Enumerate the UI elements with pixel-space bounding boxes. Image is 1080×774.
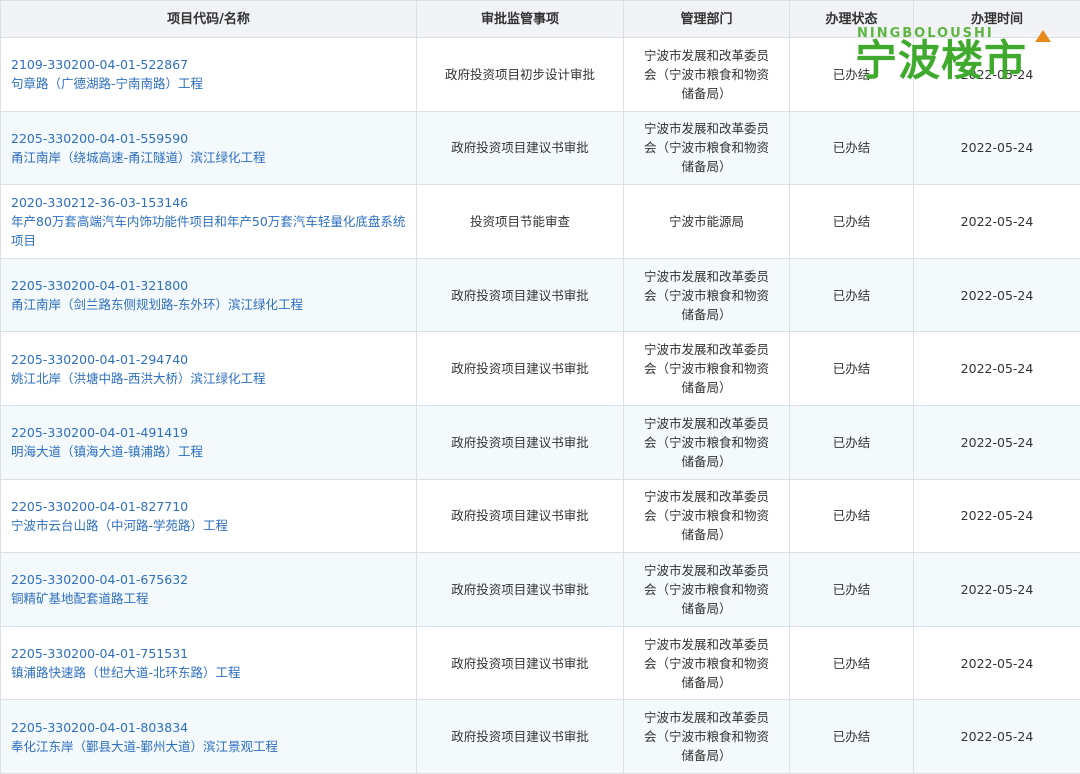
- process-time: 2022-05-24: [914, 553, 1080, 627]
- project-cell: 2205-330200-04-01-294740 姚江北岸（洪塘中路-西洪大桥）…: [1, 332, 417, 406]
- status-text: 已办结: [790, 626, 914, 700]
- table-row: 2205-330200-04-01-321800 甬江南岸（剑兰路东侧规划路-东…: [1, 258, 1080, 332]
- status-text: 已办结: [790, 700, 914, 774]
- table-header-row: 项目代码/名称 审批监管事项 管理部门 办理状态 办理时间: [1, 1, 1080, 38]
- department: 宁波市发展和改革委员会（宁波市粮食和物资储备局）: [624, 700, 790, 774]
- project-cell: 2205-330200-04-01-321800 甬江南岸（剑兰路东侧规划路-东…: [1, 258, 417, 332]
- project-code-link[interactable]: 2205-330200-04-01-827710: [11, 497, 407, 516]
- project-name-link[interactable]: 甬江南岸（绕城高速-甬江隧道）滨江绿化工程: [11, 148, 407, 167]
- process-time: 2022-05-24: [914, 258, 1080, 332]
- department: 宁波市发展和改革委员会（宁波市粮食和物资储备局）: [624, 626, 790, 700]
- approval-item: 政府投资项目建议书审批: [417, 405, 624, 479]
- approval-item: 政府投资项目建议书审批: [417, 111, 624, 185]
- project-name-link[interactable]: 宁波市云台山路（中河路-学苑路）工程: [11, 516, 407, 535]
- approval-item: 政府投资项目建议书审批: [417, 258, 624, 332]
- approval-item: 政府投资项目建议书审批: [417, 626, 624, 700]
- project-name-link[interactable]: 明海大道（镇海大道-镇浦路）工程: [11, 442, 407, 461]
- approval-item: 投资项目节能审查: [417, 185, 624, 259]
- department: 宁波市发展和改革委员会（宁波市粮食和物资储备局）: [624, 111, 790, 185]
- status-text: 已办结: [790, 405, 914, 479]
- process-time: 2022-05-24: [914, 479, 1080, 553]
- column-header-item: 审批监管事项: [417, 1, 624, 38]
- column-header-dept: 管理部门: [624, 1, 790, 38]
- department: 宁波市发展和改革委员会（宁波市粮食和物资储备局）: [624, 38, 790, 112]
- approval-item: 政府投资项目建议书审批: [417, 553, 624, 627]
- approval-item: 政府投资项目初步设计审批: [417, 38, 624, 112]
- department: 宁波市能源局: [624, 185, 790, 259]
- column-header-project: 项目代码/名称: [1, 1, 417, 38]
- table-row: 2205-330200-04-01-675632 铜精矿基地配套道路工程 政府投…: [1, 553, 1080, 627]
- table-row: 2205-330200-04-01-751531 镇浦路快速路（世纪大道-北环东…: [1, 626, 1080, 700]
- status-text: 已办结: [790, 185, 914, 259]
- process-time: 2022-05-24: [914, 38, 1080, 112]
- project-code-link[interactable]: 2020-330212-36-03-153146: [11, 193, 407, 212]
- department: 宁波市发展和改革委员会（宁波市粮食和物资储备局）: [624, 553, 790, 627]
- project-name-link[interactable]: 姚江北岸（洪塘中路-西洪大桥）滨江绿化工程: [11, 369, 407, 388]
- process-time: 2022-05-24: [914, 405, 1080, 479]
- project-name-link[interactable]: 铜精矿基地配套道路工程: [11, 589, 407, 608]
- process-time: 2022-05-24: [914, 185, 1080, 259]
- project-cell: 2205-330200-04-01-751531 镇浦路快速路（世纪大道-北环东…: [1, 626, 417, 700]
- project-name-link[interactable]: 甬江南岸（剑兰路东侧规划路-东外环）滨江绿化工程: [11, 295, 407, 314]
- process-time: 2022-05-24: [914, 111, 1080, 185]
- project-name-link[interactable]: 句章路（广德湖路-宁南南路）工程: [11, 74, 407, 93]
- process-time: 2022-05-24: [914, 700, 1080, 774]
- project-code-link[interactable]: 2205-330200-04-01-803834: [11, 718, 407, 737]
- project-name-link[interactable]: 年产80万套高端汽车内饰功能件项目和年产50万套汽车轻量化底盘系统项目: [11, 212, 407, 250]
- project-cell: 2205-330200-04-01-559590 甬江南岸（绕城高速-甬江隧道）…: [1, 111, 417, 185]
- department: 宁波市发展和改革委员会（宁波市粮食和物资储备局）: [624, 479, 790, 553]
- table-row: 2205-330200-04-01-491419 明海大道（镇海大道-镇浦路）工…: [1, 405, 1080, 479]
- process-time: 2022-05-24: [914, 332, 1080, 406]
- status-text: 已办结: [790, 258, 914, 332]
- department: 宁波市发展和改革委员会（宁波市粮食和物资储备局）: [624, 258, 790, 332]
- table-row: 2205-330200-04-01-803834 奉化江东岸（鄞县大道-鄞州大道…: [1, 700, 1080, 774]
- project-cell: 2020-330212-36-03-153146 年产80万套高端汽车内饰功能件…: [1, 185, 417, 259]
- status-text: 已办结: [790, 553, 914, 627]
- column-header-time: 办理时间: [914, 1, 1080, 38]
- table-row: 2205-330200-04-01-559590 甬江南岸（绕城高速-甬江隧道）…: [1, 111, 1080, 185]
- project-code-link[interactable]: 2109-330200-04-01-522867: [11, 55, 407, 74]
- project-code-link[interactable]: 2205-330200-04-01-294740: [11, 350, 407, 369]
- approval-item: 政府投资项目建议书审批: [417, 700, 624, 774]
- table-row: 2205-330200-04-01-294740 姚江北岸（洪塘中路-西洪大桥）…: [1, 332, 1080, 406]
- process-time: 2022-05-24: [914, 626, 1080, 700]
- project-name-link[interactable]: 镇浦路快速路（世纪大道-北环东路）工程: [11, 663, 407, 682]
- status-text: 已办结: [790, 111, 914, 185]
- status-text: 已办结: [790, 332, 914, 406]
- table-row: 2205-330200-04-01-827710 宁波市云台山路（中河路-学苑路…: [1, 479, 1080, 553]
- approval-table: 项目代码/名称 审批监管事项 管理部门 办理状态 办理时间 2109-33020…: [0, 0, 1080, 774]
- approval-item: 政府投资项目建议书审批: [417, 479, 624, 553]
- project-cell: 2109-330200-04-01-522867 句章路（广德湖路-宁南南路）工…: [1, 38, 417, 112]
- project-cell: 2205-330200-04-01-491419 明海大道（镇海大道-镇浦路）工…: [1, 405, 417, 479]
- department: 宁波市发展和改革委员会（宁波市粮食和物资储备局）: [624, 405, 790, 479]
- table-row: 2020-330212-36-03-153146 年产80万套高端汽车内饰功能件…: [1, 185, 1080, 259]
- status-text: 已办结: [790, 479, 914, 553]
- table-row: 2109-330200-04-01-522867 句章路（广德湖路-宁南南路）工…: [1, 38, 1080, 112]
- project-code-link[interactable]: 2205-330200-04-01-559590: [11, 129, 407, 148]
- project-cell: 2205-330200-04-01-827710 宁波市云台山路（中河路-学苑路…: [1, 479, 417, 553]
- project-cell: 2205-330200-04-01-675632 铜精矿基地配套道路工程: [1, 553, 417, 627]
- project-code-link[interactable]: 2205-330200-04-01-751531: [11, 644, 407, 663]
- project-code-link[interactable]: 2205-330200-04-01-675632: [11, 570, 407, 589]
- project-name-link[interactable]: 奉化江东岸（鄞县大道-鄞州大道）滨江景观工程: [11, 737, 407, 756]
- project-code-link[interactable]: 2205-330200-04-01-321800: [11, 276, 407, 295]
- column-header-status: 办理状态: [790, 1, 914, 38]
- project-code-link[interactable]: 2205-330200-04-01-491419: [11, 423, 407, 442]
- project-cell: 2205-330200-04-01-803834 奉化江东岸（鄞县大道-鄞州大道…: [1, 700, 417, 774]
- status-text: 已办结: [790, 38, 914, 112]
- department: 宁波市发展和改革委员会（宁波市粮食和物资储备局）: [624, 332, 790, 406]
- approval-item: 政府投资项目建议书审批: [417, 332, 624, 406]
